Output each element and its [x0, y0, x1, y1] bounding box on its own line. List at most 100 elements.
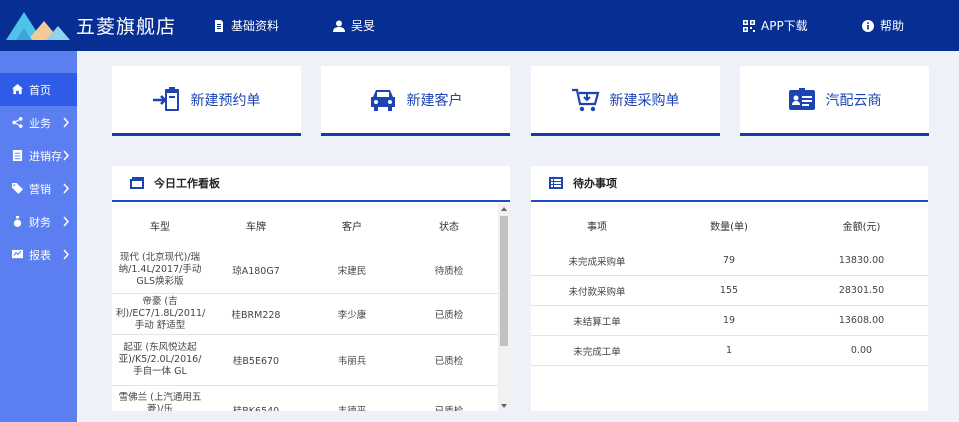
table-row[interactable]: 未完成采购单 79 13830.00: [531, 246, 928, 276]
quick-action-label: 汽配云商: [825, 92, 882, 109]
cell-model: 起亚 (东风悦达起亚)/K5/2.0L/2016/手自一体 GL: [118, 342, 202, 377]
cell-model: 雪佛兰 (上汽通用五菱)/乐驰/1.0L/2008/手: [118, 391, 202, 412]
appointment-icon: [152, 86, 179, 111]
cell-customer: 李少康: [337, 310, 367, 321]
cell-qty: 79: [722, 255, 736, 266]
quick-action-label: 新建预约单: [190, 92, 261, 109]
table-row[interactable]: 帝豪 (吉利)/EC7/1.8L/2011/手动 舒适型 桂BRM228 李少康 已质…: [112, 294, 498, 335]
share-icon: [12, 117, 23, 128]
table-row[interactable]: 未付款采购单 155 28301.50: [531, 276, 928, 306]
scroll-thumb[interactable]: [500, 216, 508, 346]
column-header: 数量(单): [710, 221, 748, 233]
cell-plate: 桂BRM228: [231, 310, 281, 321]
sidebar: 首页业务进销存营销财务报表: [0, 51, 77, 422]
chevron-right-icon: [62, 117, 70, 128]
cell-status: 已质检: [434, 405, 464, 412]
cell-status: 待质检: [434, 265, 464, 277]
car-icon: [370, 89, 395, 111]
report-icon: [12, 249, 23, 259]
work-board-title: 今日工作看板: [154, 177, 220, 190]
todo-table-header: 事项 数量(单) 金额(元): [531, 204, 928, 246]
cell-item: 未结算工单: [573, 316, 621, 328]
quick-action-label: 新建采购单: [609, 92, 680, 109]
brand-name: 五菱旗舰店: [76, 16, 177, 38]
nav-app-download[interactable]: APP下载: [743, 17, 808, 34]
chevron-right-icon: [62, 150, 70, 161]
home-icon: [12, 84, 23, 95]
cell-plate: 琼A180G7: [232, 265, 280, 277]
cell-amount: 0.00: [850, 345, 873, 356]
column-header: 状态: [439, 221, 459, 233]
table-row[interactable]: 现代 (北京现代)/瑞纳/1.4L/2017/手动 GLS焕彩版 琼A180G7 宋…: [112, 246, 498, 294]
work-board-table: 车型 车牌 客户 状态 现代 (北京现代)/瑞纳/1.4L/2017/手动 GLS焕彩…: [112, 204, 498, 411]
sidebar-item-label: 报表: [29, 248, 51, 262]
cell-plate: 桂BK6540: [232, 405, 280, 412]
scroll-down-icon[interactable]: [501, 404, 507, 408]
nav-basic-data[interactable]: 基础资料: [213, 17, 279, 34]
work-board-header: 今日工作看板: [112, 166, 510, 202]
cell-qty: 155: [719, 285, 739, 296]
column-header: 车型: [150, 221, 170, 233]
qrcode-icon: [743, 19, 755, 32]
quick-action-3-button[interactable]: 汽配云商: [740, 66, 929, 136]
quick-action-1-button[interactable]: 新建客户: [321, 66, 510, 136]
cell-status: 已质检: [434, 310, 464, 321]
money-bag-icon: [13, 216, 22, 227]
sidebar-item-label: 进销存: [29, 149, 62, 163]
cell-item: 未完成采购单: [568, 256, 626, 268]
chevron-right-icon: [62, 183, 70, 194]
cell-model: 帝豪 (吉利)/EC7/1.8L/2011/手动 舒适型: [116, 296, 206, 331]
todo-header: 待办事项: [531, 166, 928, 202]
monitor-icon: [130, 177, 144, 189]
table-row[interactable]: 雪佛兰 (上汽通用五菱)/乐驰/1.0L/2008/手桂BK6540 韦德平 已质检: [112, 386, 498, 412]
quick-action-label: 新建客户: [406, 92, 463, 109]
sidebar-item-label: 首页: [29, 83, 51, 97]
sidebar-item-2[interactable]: 进销存: [0, 139, 77, 172]
work-board-table-header: 车型 车牌 客户 状态: [112, 204, 498, 246]
table-row[interactable]: 起亚 (东风悦达起亚)/K5/2.0L/2016/手自一体 GL 桂B5E670 韦…: [112, 335, 498, 386]
sidebar-item-4[interactable]: 财务: [0, 205, 77, 238]
cell-status: 已质检: [434, 356, 464, 367]
user-icon: [333, 20, 345, 32]
work-board-panel: 今日工作看板 车型 车牌 客户 状态 现代 (北京现代)/瑞纳/1.4L/2017/手…: [112, 166, 510, 411]
work-board-scrollbar[interactable]: [498, 204, 510, 411]
tag-icon: [12, 183, 23, 194]
column-header: 车牌: [246, 221, 266, 233]
sidebar-item-0[interactable]: 首页: [0, 73, 77, 106]
cell-qty: 1: [725, 345, 733, 356]
cell-customer: 韦丽兵: [337, 356, 367, 367]
ledger-icon: [12, 150, 23, 161]
sidebar-item-3[interactable]: 营销: [0, 172, 77, 205]
sidebar-item-label: 营销: [29, 182, 51, 196]
table-row[interactable]: 未结算工单 19 13608.00: [531, 306, 928, 336]
cell-amount: 13830.00: [838, 255, 885, 266]
sidebar-item-1[interactable]: 业务: [0, 106, 77, 139]
info-icon: [862, 19, 874, 32]
quick-action-0-button[interactable]: 新建预约单: [112, 66, 301, 136]
cell-customer: 韦德平: [337, 405, 367, 412]
chevron-right-icon: [62, 249, 70, 260]
todo-panel: 待办事项 事项 数量(单) 金额(元) 未完成采购单 79 13830.00 未付款采购单…: [531, 166, 928, 411]
nav-help[interactable]: 帮助: [862, 17, 904, 34]
cell-amount: 28301.50: [838, 285, 885, 296]
todo-title: 待办事项: [573, 177, 617, 190]
cell-customer: 宋建民: [337, 265, 367, 277]
top-header: 五菱旗舰店 基础资料 吴旻 APP下载 帮助: [0, 0, 959, 51]
column-header: 客户: [342, 221, 362, 233]
cart-icon: [571, 88, 599, 111]
sidebar-item-label: 财务: [29, 215, 51, 229]
list-icon: [549, 177, 563, 189]
todo-table: 事项 数量(单) 金额(元) 未完成采购单 79 13830.00 未付款采购单 155 28…: [531, 204, 928, 366]
nav-user[interactable]: 吴旻: [333, 17, 375, 34]
cell-amount: 13608.00: [838, 315, 885, 326]
sidebar-item-label: 业务: [29, 116, 51, 130]
document-icon: [215, 19, 223, 32]
quick-action-2-button[interactable]: 新建采购单: [531, 66, 720, 136]
cell-model: 现代 (北京现代)/瑞纳/1.4L/2017/手动 GLS焕彩版: [118, 251, 202, 287]
cell-plate: 桂B5E670: [232, 356, 280, 367]
scroll-up-icon[interactable]: [501, 207, 507, 211]
table-row[interactable]: 未完成工单 1 0.00: [531, 336, 928, 366]
cell-item: 未完成工单: [573, 346, 621, 358]
sidebar-item-5[interactable]: 报表: [0, 238, 77, 271]
cell-item: 未付款采购单: [568, 286, 626, 298]
